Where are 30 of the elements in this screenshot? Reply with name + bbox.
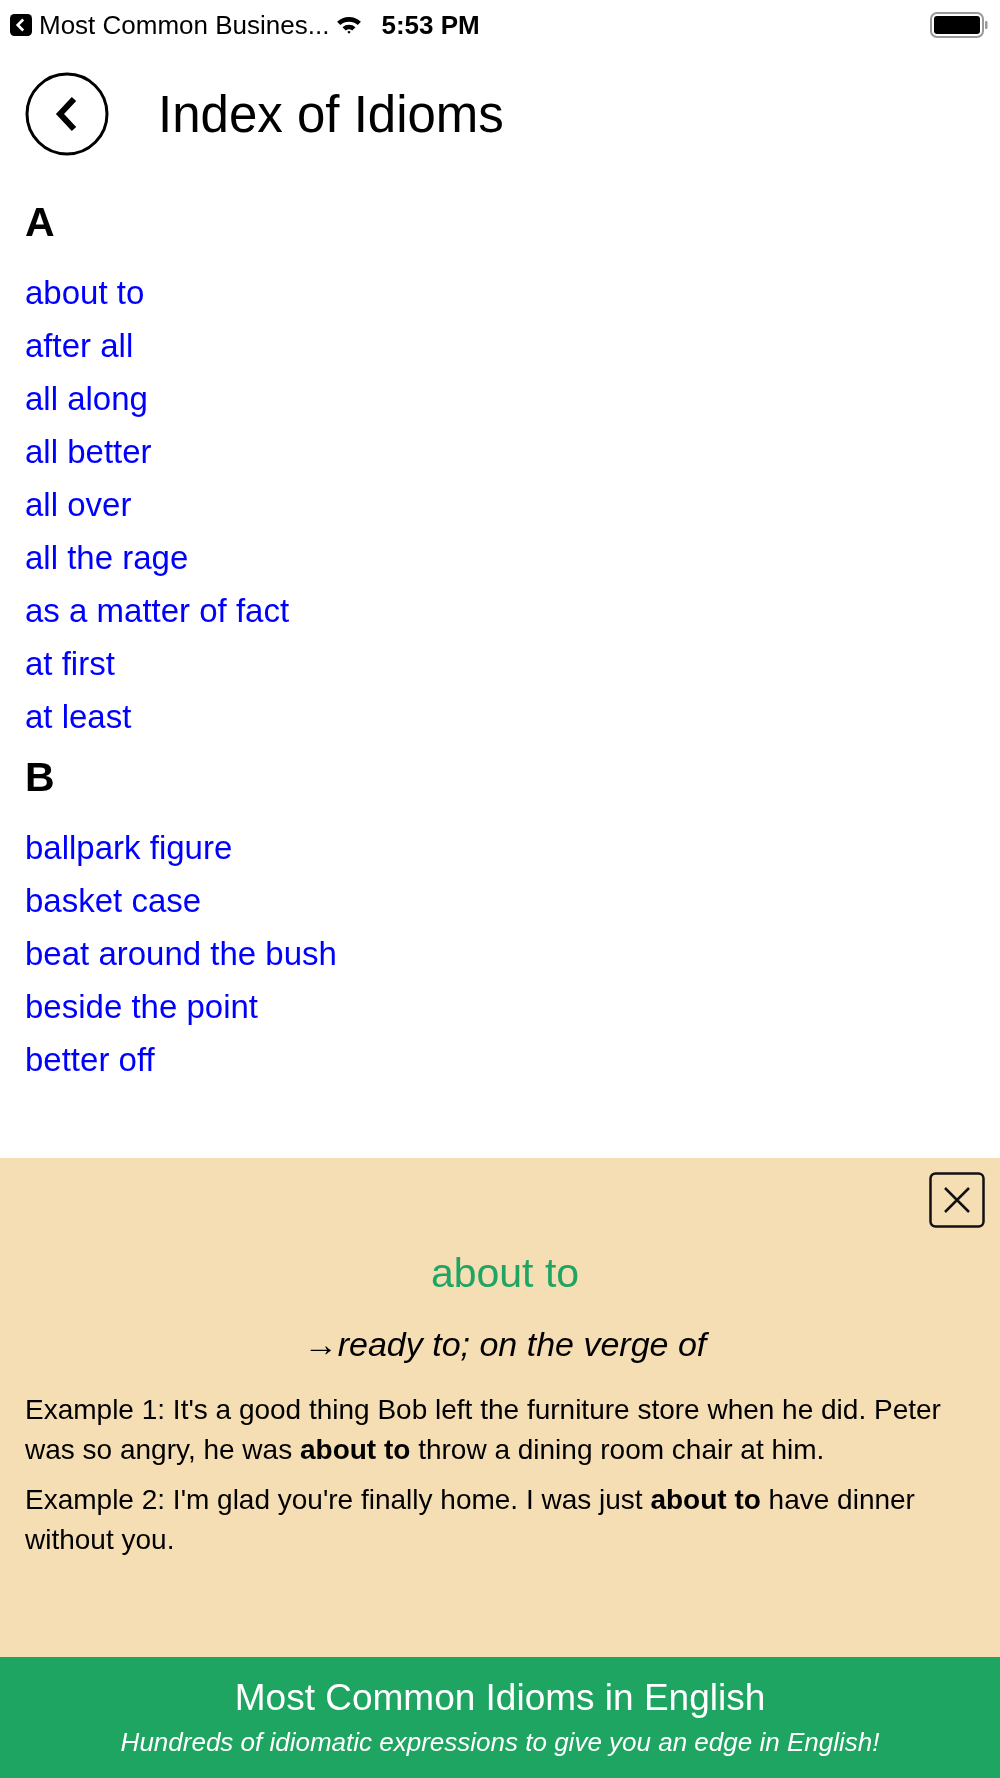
idiom-link[interactable]: all along bbox=[25, 380, 148, 417]
idiom-link[interactable]: basket case bbox=[25, 882, 202, 919]
battery-icon bbox=[930, 12, 988, 38]
back-app-icon[interactable] bbox=[10, 14, 32, 36]
idiom-link[interactable]: ballpark figure bbox=[25, 829, 233, 866]
idiom-link[interactable]: beat around the bush bbox=[25, 935, 337, 972]
idiom-definition: →ready to; on the verge of bbox=[302, 1325, 710, 1364]
footer-title: Most Common Idioms in English bbox=[233, 1677, 767, 1719]
section-letter: B bbox=[25, 753, 56, 802]
idiom-link[interactable]: as a matter of fact bbox=[25, 592, 290, 629]
idiom-link[interactable]: better off bbox=[25, 1041, 155, 1078]
idiom-link[interactable]: after all bbox=[25, 327, 134, 364]
idiom-link[interactable]: about to bbox=[25, 274, 145, 311]
idiom-link[interactable]: all the rage bbox=[25, 539, 189, 576]
example-sentence: Example 2: I'm glad you're finally home. I was just about to have dinner without you. bbox=[25, 1483, 916, 1557]
idiom-link[interactable]: all over bbox=[25, 486, 132, 523]
back-app-label[interactable]: Most Common Busines... bbox=[39, 9, 330, 41]
idiom-link[interactable]: at first bbox=[25, 645, 115, 682]
page-title: Index of Idioms bbox=[158, 84, 504, 144]
idiom-link[interactable]: beside the point bbox=[25, 988, 258, 1025]
footer-subtitle: Hundreds of idiomatic expressions to give you an edge in English! bbox=[119, 1727, 881, 1758]
back-icon[interactable] bbox=[25, 72, 109, 156]
idiom-link[interactable]: at least bbox=[25, 698, 132, 735]
status-time: 5:53 PM bbox=[381, 9, 480, 41]
idiom-link[interactable]: all better bbox=[25, 433, 152, 470]
idiom-heading: about to bbox=[429, 1250, 581, 1297]
close-icon[interactable] bbox=[929, 1172, 985, 1228]
example-sentence: Example 1: It's a good thing Bob left the furniture store when he did. Peter was so angry, he was about to throw a dining room chair at him. bbox=[25, 1393, 942, 1467]
wifi-icon bbox=[336, 15, 363, 35]
section-letter: A bbox=[25, 198, 56, 247]
